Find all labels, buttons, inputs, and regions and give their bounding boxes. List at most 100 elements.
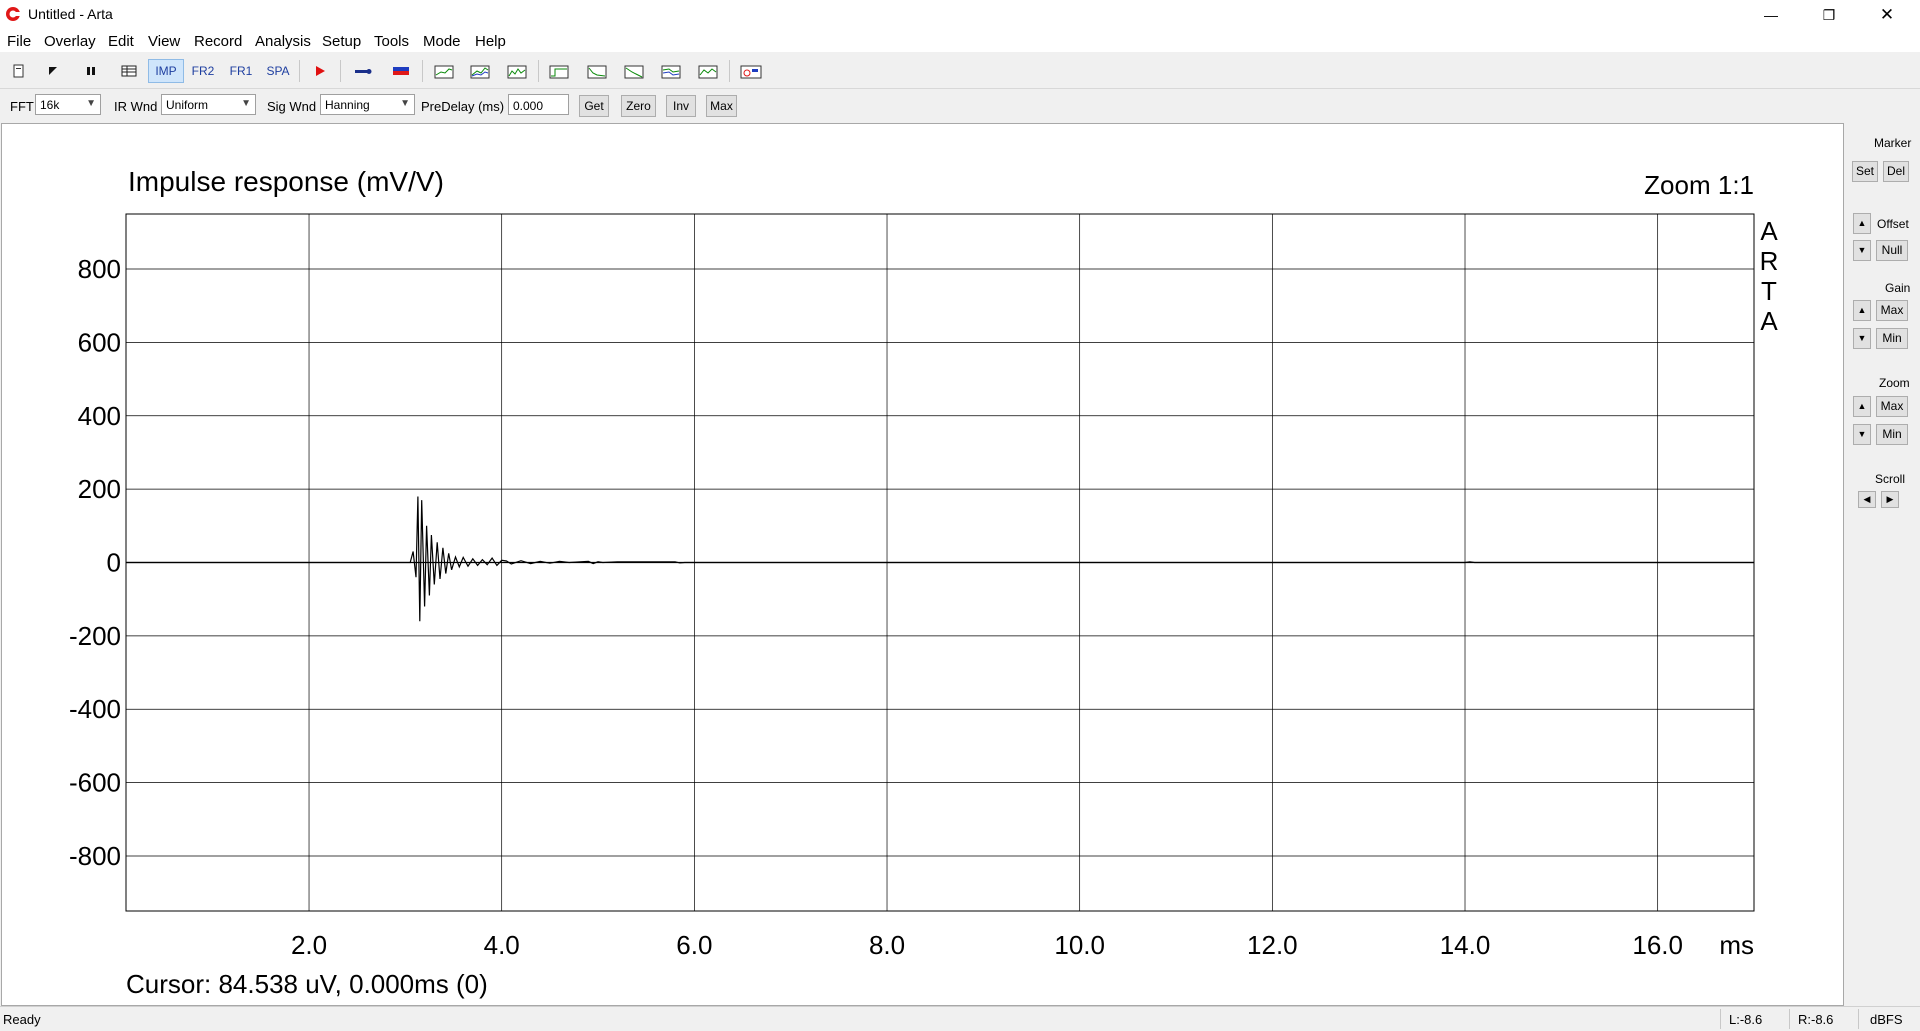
plot-window[interactable]: Impulse response (mV/V) Zoom 1:1 A R T A… [1,123,1844,1006]
marker-set-button[interactable]: Set [1852,161,1878,182]
minimize-button[interactable]: — [1742,0,1800,30]
x-tick-label: 6.0 [676,930,712,960]
level-unit: dBFS [1870,1012,1903,1027]
arta-brand: A R T A [1760,216,1779,336]
zero-button[interactable]: Zero [621,95,656,117]
zoom-down-icon[interactable]: ▼ [1853,424,1871,445]
rev-icon[interactable] [622,59,646,83]
y-tick-label: 200 [78,474,121,504]
gain-up-icon[interactable]: ▲ [1853,300,1871,321]
fft-label: FFT [10,99,34,114]
title-bar: Untitled - Arta — ❐ ✕ [0,0,1920,30]
fr-icon[interactable] [432,59,456,83]
fft-icon[interactable] [505,59,529,83]
bd-icon[interactable] [696,59,720,83]
y-tick-label: 800 [78,254,121,284]
brand-letter: R [1760,246,1779,276]
zoom-max-button[interactable]: Max [1876,396,1908,417]
record-icon[interactable] [308,59,332,83]
impulse-response-chart[interactable]: Impulse response (mV/V) Zoom 1:1 A R T A… [2,124,1843,1005]
pause-icon[interactable] [80,59,102,83]
scroll-right-icon[interactable]: ▶ [1881,491,1899,508]
zoom-label: Zoom [1879,376,1910,390]
get-button[interactable]: Get [579,95,609,117]
x-tick-label: 14.0 [1440,930,1491,960]
gain-max-button[interactable]: Max [1876,300,1908,321]
spa-button[interactable]: SPA [261,59,295,83]
offset-null-button[interactable]: Null [1876,240,1908,261]
sig-wnd-select[interactable]: Hanning ▼ [320,94,415,115]
close-button[interactable]: ✕ [1858,0,1916,30]
options-bar: FFT 16k ▼ IR Wnd Uniform ▼ Sig Wnd Hanni… [0,89,1920,121]
toolbar-separator [422,60,423,82]
right-control-panel: Marker Set Del ▲ Offset ▼ Null Gain ▲ Ma… [1845,123,1920,1006]
y-tick-label: 600 [78,327,121,357]
flag-icon[interactable] [388,59,414,83]
brand-letter: T [1761,276,1777,306]
menu-mode[interactable]: Mode [423,33,461,50]
menu-setup[interactable]: Setup [322,33,361,50]
sti-icon[interactable] [738,59,764,83]
ir-wnd-select[interactable]: Uniform ▼ [161,94,256,115]
status-separator [1720,1009,1721,1029]
fft-value: 16k [40,98,60,112]
sig-wnd-value: Hanning [325,98,370,112]
imp-button[interactable]: IMP [148,59,184,83]
open-icon[interactable] [42,59,64,83]
fft-select[interactable]: 16k ▼ [35,94,101,115]
impulse-trace [126,496,1754,622]
y-tick-label: -600 [69,768,121,798]
new-icon[interactable] [8,59,30,83]
gain-label: Gain [1885,281,1911,295]
step-icon[interactable] [547,59,571,83]
x-axis-labels: 2.0 4.0 6.0 8.0 10.0 12.0 14.0 16.0 [291,930,1683,960]
etc-icon[interactable] [585,59,609,83]
x-tick-label: 10.0 [1054,930,1105,960]
toolbar-separator [340,60,341,82]
fr2-button[interactable]: FR2 [186,59,220,83]
toolbar-separator [299,60,300,82]
gain-down-icon[interactable]: ▼ [1853,328,1871,349]
menu-help[interactable]: Help [475,33,506,50]
x-tick-label: 12.0 [1247,930,1298,960]
status-text: Ready [3,1012,41,1027]
table-icon[interactable] [117,59,141,83]
menu-file[interactable]: File [7,33,31,50]
menu-record[interactable]: Record [194,33,242,50]
toolbar: IMP FR2 FR1 SPA [0,56,1920,89]
marker-del-button[interactable]: Del [1883,161,1909,182]
left-level: L:-8.6 [1729,1012,1763,1027]
y-tick-label: 0 [107,548,121,578]
predelay-input[interactable] [508,94,569,115]
zoom-indicator: Zoom 1:1 [1644,170,1754,200]
menu-tools[interactable]: Tools [374,33,409,50]
status-bar: Ready L:-8.6 R:-8.6 dBFS [0,1006,1920,1031]
predelay-label: PreDelay (ms) [421,99,505,114]
2fr-icon[interactable] [468,59,492,83]
menu-edit[interactable]: Edit [108,33,134,50]
scroll-left-icon[interactable]: ◀ [1858,491,1876,508]
menu-analysis[interactable]: Analysis [255,33,311,50]
probe-icon[interactable] [350,59,376,83]
ir-wnd-value: Uniform [166,98,209,112]
y-tick-label: -800 [69,841,121,871]
offset-up-icon[interactable]: ▲ [1853,213,1871,234]
gain-min-button[interactable]: Min [1876,328,1908,349]
inv-button[interactable]: Inv [666,95,696,117]
zoom-min-button[interactable]: Min [1876,424,1908,445]
fr1-button[interactable]: FR1 [224,59,258,83]
cs-icon[interactable] [659,59,683,83]
menu-view[interactable]: View [148,33,180,50]
offset-down-icon[interactable]: ▼ [1853,240,1871,261]
x-tick-label: 8.0 [869,930,905,960]
right-level: R:-8.6 [1798,1012,1834,1027]
menu-overlay[interactable]: Overlay [44,33,96,50]
zoom-up-icon[interactable]: ▲ [1853,396,1871,417]
brand-letter: A [1760,306,1778,336]
max-button[interactable]: Max [706,95,737,117]
offset-label: Offset [1877,217,1909,231]
restore-button[interactable]: ❐ [1800,0,1858,30]
x-tick-label: 16.0 [1632,930,1683,960]
marker-label: Marker [1874,136,1912,150]
chevron-down-icon: ▼ [400,98,410,109]
